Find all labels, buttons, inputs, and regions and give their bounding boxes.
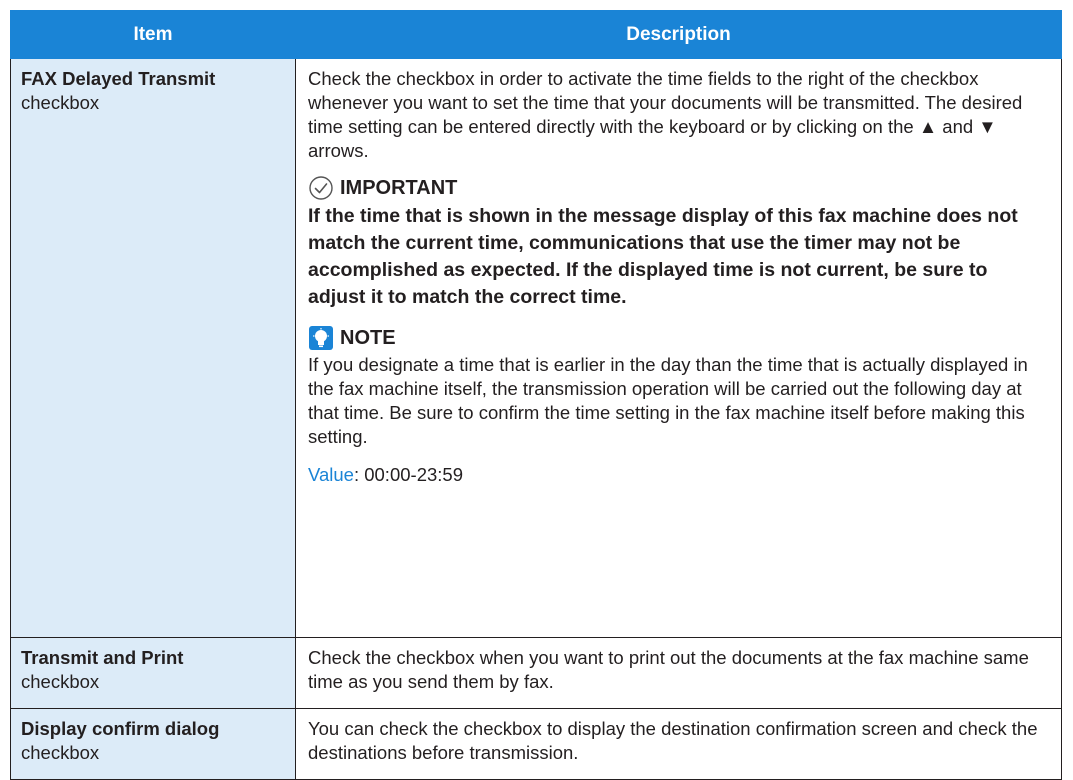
table-row: Transmit and Print checkbox Check the ch… [10, 637, 1062, 709]
item-type: checkbox [21, 92, 100, 113]
item-type: checkbox [21, 742, 100, 763]
note-heading-row: NOTE [308, 325, 1049, 351]
item-name: Transmit and Print [21, 647, 184, 668]
header-item: Item [10, 10, 296, 59]
description-cell: Check the checkbox when you want to prin… [295, 637, 1062, 709]
description-text: Check the checkbox when you want to prin… [308, 647, 1029, 692]
description-cell: Check the checkbox in order to activate … [295, 58, 1062, 638]
settings-table: Item Description FAX Delayed Transmit ch… [10, 10, 1062, 780]
description-text: Check the checkbox in order to activate … [308, 68, 1023, 161]
important-block: IMPORTANT If the time that is shown in t… [308, 175, 1049, 311]
important-heading-row: IMPORTANT [308, 175, 1049, 201]
note-block: NOTE If you designate a time that is ear… [308, 325, 1049, 449]
item-name: Display confirm dialog [21, 718, 220, 739]
important-text: If the time that is shown in the message… [308, 205, 1018, 308]
table-header-row: Item Description [10, 10, 1062, 59]
table-row: FAX Delayed Transmit checkbox Check the … [10, 58, 1062, 638]
item-cell: Display confirm dialog checkbox [10, 708, 296, 780]
header-description: Description [295, 10, 1062, 59]
check-circle-icon [308, 175, 334, 201]
value-label: Value [308, 464, 354, 485]
note-heading: NOTE [340, 327, 396, 349]
value-line: Value: 00:00-23:59 [308, 463, 1049, 487]
lightbulb-icon [308, 325, 334, 351]
value-text: : 00:00-23:59 [353, 464, 463, 485]
item-cell: Transmit and Print checkbox [10, 637, 296, 709]
item-type: checkbox [21, 671, 100, 692]
description-cell: You can check the checkbox to display th… [295, 708, 1062, 780]
item-cell: FAX Delayed Transmit checkbox [10, 58, 296, 638]
item-name: FAX Delayed Transmit [21, 68, 216, 89]
table-row: Display confirm dialog checkbox You can … [10, 708, 1062, 780]
description-text: You can check the checkbox to display th… [308, 718, 1038, 763]
important-heading: IMPORTANT [340, 177, 458, 199]
note-text: If you designate a time that is earlier … [308, 354, 1028, 447]
